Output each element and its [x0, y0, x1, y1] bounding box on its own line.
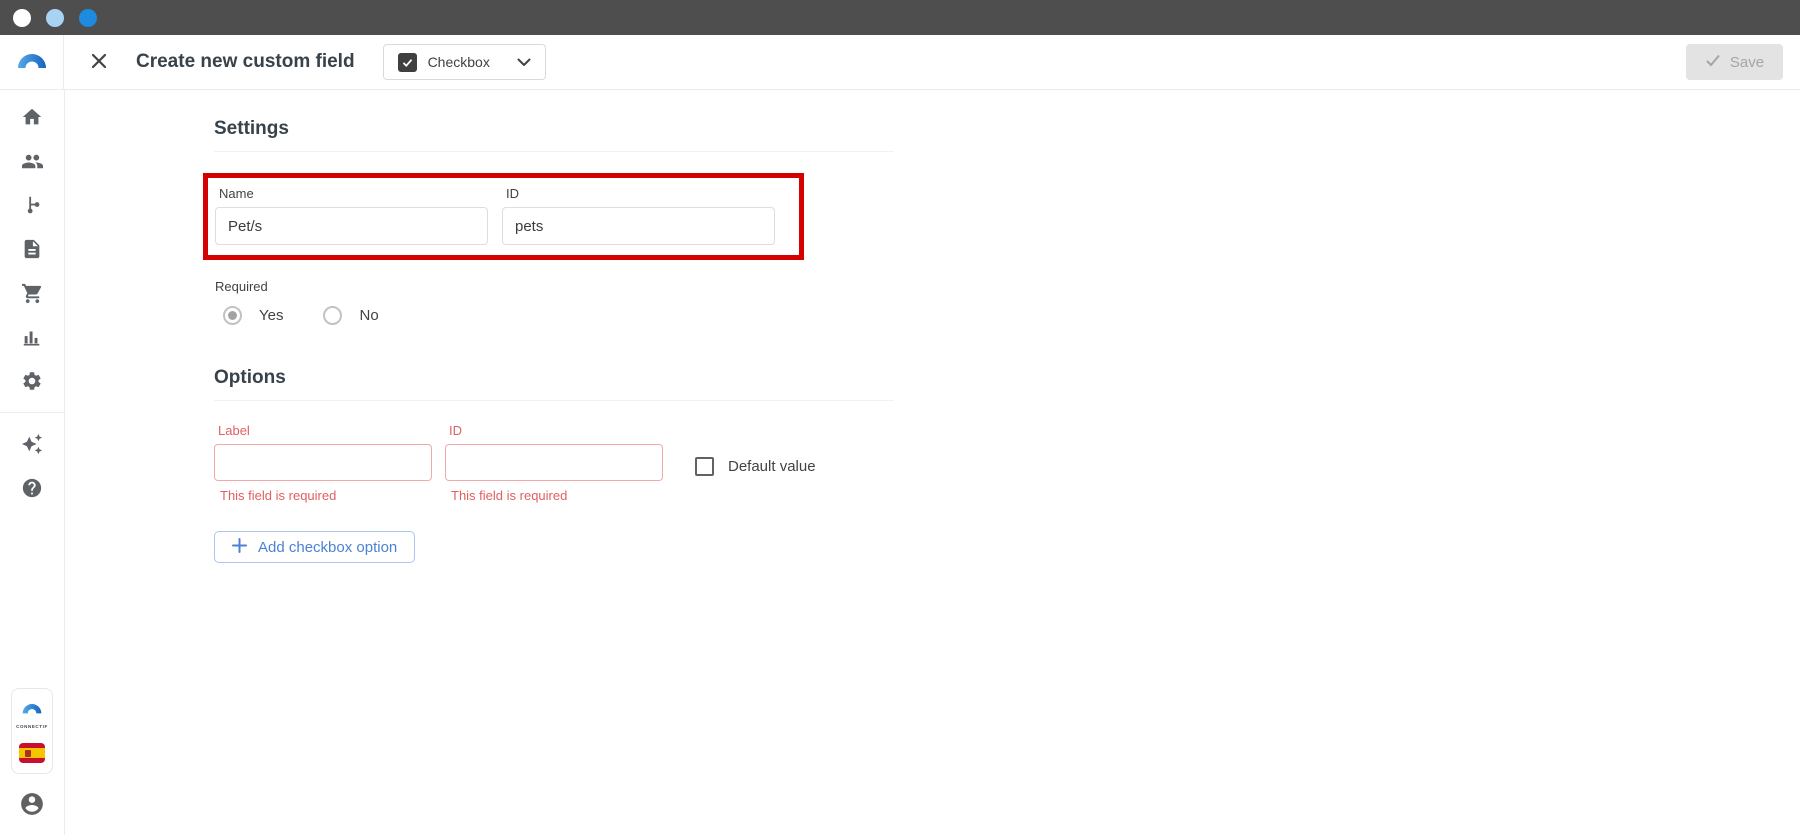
sidebar-item-settings[interactable] [0, 370, 64, 392]
connectif-logo-icon [16, 51, 48, 74]
document-icon [24, 239, 40, 259]
flag-emblem [25, 750, 31, 757]
window-titlebar [0, 0, 1800, 35]
option-id-field-group: ID This field is required [445, 423, 663, 503]
sidebar-item-home[interactable] [0, 106, 64, 128]
close-icon [89, 51, 109, 74]
required-group: Required Yes No [214, 279, 894, 325]
main-panel: Settings Name ID Required Y [65, 90, 1800, 835]
sidebar-item-flows[interactable] [0, 194, 64, 216]
option-id-field-label: ID [449, 423, 462, 438]
default-value-checkbox[interactable] [695, 457, 714, 476]
sparkles-icon [21, 433, 43, 455]
field-type-selected: Checkbox [427, 54, 490, 70]
name-input[interactable] [215, 207, 488, 245]
sidebar-item-documents[interactable] [0, 238, 64, 260]
app-logo[interactable] [0, 35, 64, 89]
default-value-label: Default value [728, 458, 816, 475]
page-title: Create new custom field [136, 51, 355, 72]
sidebar-item-ai-assistant[interactable] [0, 433, 64, 455]
close-button[interactable] [86, 49, 112, 75]
people-icon [21, 154, 43, 168]
required-label: Required [215, 279, 268, 294]
sidebar-nav: CONNECTIF [0, 90, 65, 835]
checkbox-type-icon [397, 52, 417, 72]
name-field-group: Name [215, 186, 488, 245]
default-value-group: Default value [695, 448, 816, 485]
brand-name: CONNECTIF [16, 724, 48, 729]
option-id-error: This field is required [451, 488, 568, 503]
id-field-group: ID [502, 186, 775, 245]
plus-icon [232, 537, 247, 557]
window-dot-2[interactable] [46, 8, 64, 27]
chevron-down-icon [517, 58, 531, 66]
app-header: Create new custom field Checkbox Save [0, 35, 1800, 90]
spanish-flag-icon[interactable] [19, 743, 45, 763]
sidebar-divider [0, 412, 64, 413]
brand-card: CONNECTIF [11, 688, 53, 774]
window-dot-3[interactable] [79, 8, 97, 27]
annotation-highlight: Name ID [203, 173, 804, 260]
bar-chart-icon [23, 331, 40, 346]
shopping-cart-icon [21, 283, 41, 303]
sidebar-item-help[interactable] [0, 477, 64, 499]
required-yes-radio[interactable] [223, 306, 242, 325]
field-type-dropdown[interactable]: Checkbox [382, 44, 546, 80]
account-button[interactable] [19, 791, 45, 817]
sidebar-item-store[interactable] [0, 282, 64, 304]
required-no-label: No [359, 307, 379, 324]
required-yes-label: Yes [259, 307, 284, 324]
help-icon [22, 478, 42, 498]
workflow-tree-icon [27, 196, 40, 214]
id-field-label: ID [506, 186, 519, 201]
option-label-field-label: Label [218, 423, 250, 438]
check-icon [1705, 53, 1721, 71]
sidebar-footer: CONNECTIF [11, 688, 53, 835]
settings-heading: Settings [214, 118, 894, 152]
option-label-field-group: Label This field is required [214, 423, 432, 503]
gear-icon [23, 372, 41, 390]
save-button-label: Save [1729, 53, 1765, 71]
home-icon [22, 108, 42, 125]
options-heading: Options [214, 367, 894, 401]
sidebar-item-contacts[interactable] [0, 150, 64, 172]
option-id-input[interactable] [445, 444, 663, 481]
option-label-error: This field is required [220, 488, 337, 503]
account-circle-icon [21, 793, 43, 815]
option-label-input[interactable] [214, 444, 432, 481]
add-checkbox-option-label: Add checkbox option [258, 538, 398, 556]
save-button[interactable]: Save [1686, 44, 1783, 80]
window-dot-1[interactable] [13, 8, 31, 27]
id-input[interactable] [502, 207, 775, 245]
connectif-footer-logo-icon [21, 701, 43, 719]
add-checkbox-option-button[interactable]: Add checkbox option [214, 531, 416, 563]
sidebar-item-statistics[interactable] [0, 326, 64, 348]
required-no-radio[interactable] [323, 306, 343, 325]
name-field-label: Name [219, 186, 254, 201]
